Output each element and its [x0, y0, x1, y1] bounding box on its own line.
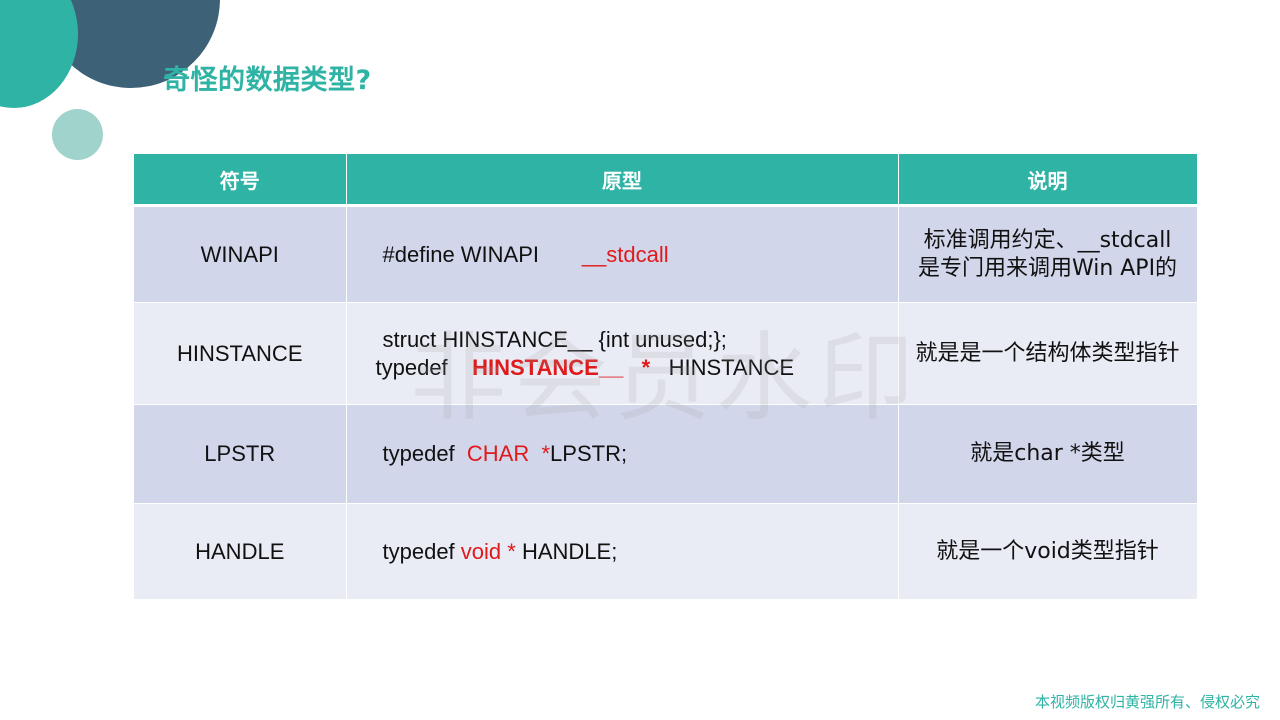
cell-prototype: #define WINAPI __stdcall — [346, 205, 899, 303]
code-text: typedef — [375, 354, 448, 380]
decor-circle-small — [52, 109, 103, 160]
table-row: WINAPI #define WINAPI __stdcall 标准调用约定、_… — [134, 205, 1198, 303]
code-text: HINSTANCE — [668, 354, 795, 380]
data-type-table: 符号 原型 说明 WINAPI #define WINAPI __stdcall… — [134, 154, 1198, 600]
code-line: typedef HINSTANCE__ * HINSTANCE — [376, 354, 897, 382]
cell-symbol: LPSTR — [134, 404, 347, 504]
cell-prototype: typedef void * HANDLE; — [346, 503, 899, 600]
cell-prototype: struct HINSTANCE__ {int unused;}; typede… — [346, 302, 899, 405]
code-pointer: * — [641, 354, 651, 380]
code-pointer: * — [541, 441, 551, 466]
code-text: typedef — [382, 538, 455, 564]
cell-description: 就是char *类型 — [898, 404, 1198, 504]
header-description: 说明 — [898, 154, 1198, 207]
code-text: HANDLE; — [521, 538, 618, 564]
slide-title: 奇怪的数据类型? — [163, 65, 372, 96]
cell-description: 就是是一个结构体类型指针 — [898, 302, 1198, 405]
cell-symbol: HINSTANCE — [134, 302, 347, 405]
code-line: struct HINSTANCE__ {int unused;}; — [382, 326, 727, 352]
code-text: typedef — [382, 441, 455, 466]
code-keyword: __stdcall — [581, 241, 669, 267]
header-prototype: 原型 — [346, 154, 899, 207]
header-symbol: 符号 — [134, 154, 347, 207]
cell-description: 标准调用约定、__stdcall是专门用来调用Win API的 — [898, 205, 1198, 303]
copyright-footer: 本视频版权归黄强所有、侵权必究 — [1034, 693, 1260, 711]
cell-symbol: HANDLE — [134, 503, 347, 600]
cell-prototype: typedef CHAR *LPSTR; — [346, 404, 899, 504]
code-pointer: * — [507, 538, 516, 564]
table-row: HINSTANCE struct HINSTANCE__ {int unused… — [134, 302, 1198, 405]
code-text: LPSTR; — [550, 441, 628, 466]
decor-circle-teal — [0, 0, 78, 108]
code-keyword: CHAR — [466, 441, 530, 466]
cell-symbol: WINAPI — [134, 205, 347, 303]
cell-description: 就是一个void类型指针 — [898, 503, 1198, 600]
description-text: 标准调用约定、__stdcall是专门用来调用Win API的 — [917, 227, 1178, 281]
table-header-row: 符号 原型 说明 — [134, 154, 1198, 207]
table-row: LPSTR typedef CHAR *LPSTR; 就是char *类型 — [134, 404, 1198, 504]
code-text: #define WINAPI — [382, 241, 540, 267]
table-row: HANDLE typedef void * HANDLE; 就是一个void类型… — [134, 503, 1198, 600]
code-keyword: HINSTANCE__ — [472, 354, 624, 380]
code-keyword: void — [460, 538, 502, 564]
